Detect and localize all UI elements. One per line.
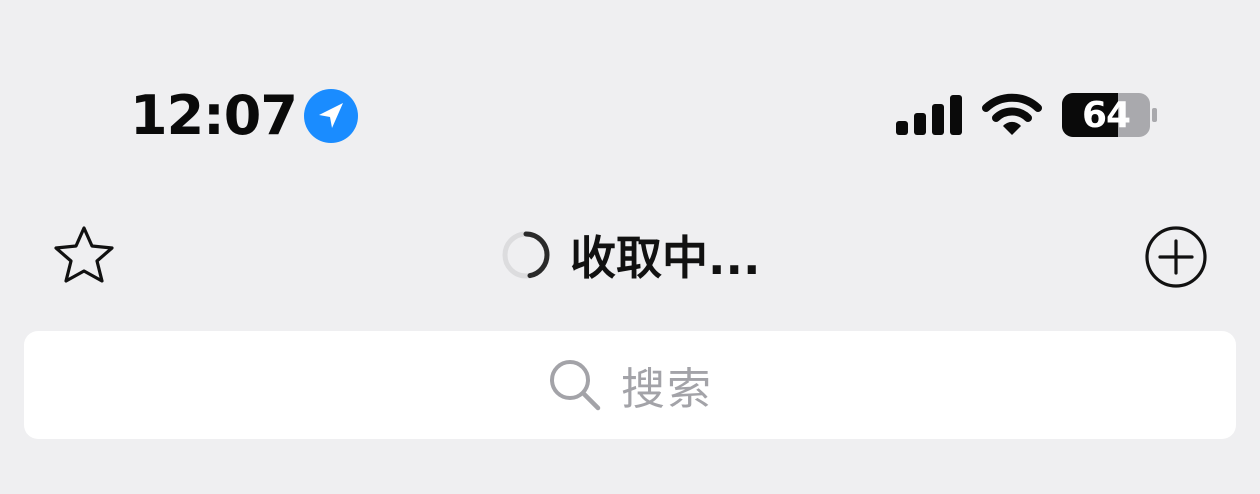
- battery-indicator: 64: [1062, 93, 1158, 141]
- search-inner: 搜索: [547, 353, 713, 417]
- loading-spinner-icon: [502, 231, 550, 279]
- search-placeholder[interactable]: 搜索: [621, 353, 713, 417]
- cellular-signal-icon: [896, 95, 962, 135]
- status-time: 12:07: [130, 84, 298, 147]
- battery-level: 64: [1081, 94, 1131, 136]
- plus-circle-icon[interactable]: [1144, 225, 1208, 289]
- nav-title-group: 收取中...: [500, 220, 760, 290]
- wifi-icon: [982, 93, 1042, 135]
- search-bar[interactable]: 搜索: [24, 331, 1236, 439]
- nav-bar: 收取中...: [0, 210, 1260, 300]
- star-icon[interactable]: [50, 222, 118, 290]
- location-arrow-icon: [303, 89, 358, 143]
- status-bar: 12:07 64: [0, 0, 1260, 180]
- time-group: 12:07: [130, 84, 359, 148]
- search-icon: [550, 360, 601, 411]
- nav-title: 收取中...: [570, 231, 761, 285]
